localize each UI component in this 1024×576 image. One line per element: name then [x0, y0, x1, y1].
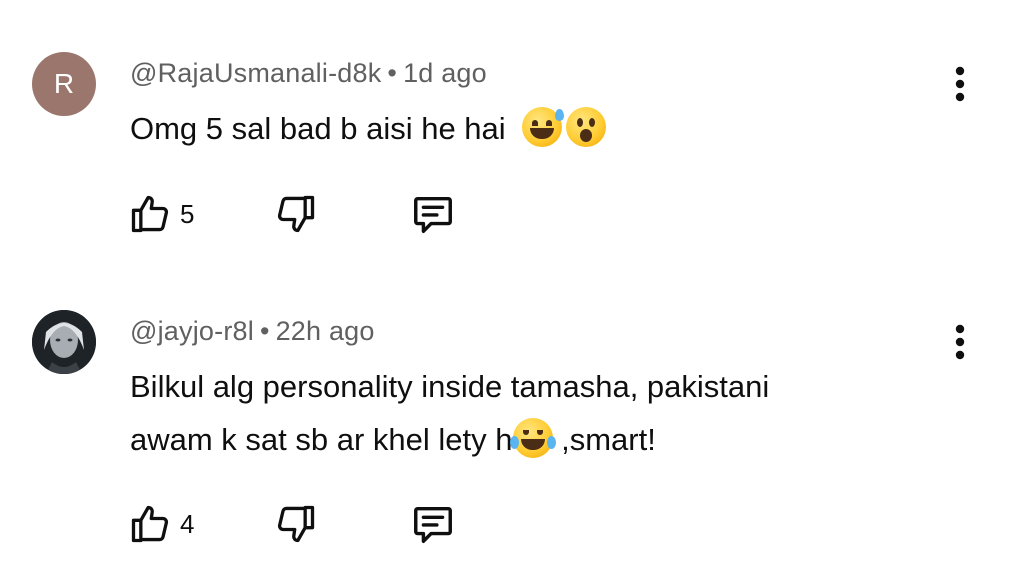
comment-body-line-2-start: awam k sat sb ar khel lety h	[130, 422, 513, 457]
astonished-emoji	[566, 107, 607, 147]
comment-body-line-2: awam k sat sb ar khel lety h ,smart!	[130, 413, 950, 466]
comment-timestamp[interactable]: 1d ago	[403, 58, 487, 88]
comment-timestamp[interactable]: 22h ago	[276, 316, 375, 346]
comment-text: Bilkul alg personality inside tamasha, p…	[130, 360, 950, 466]
tears-of-joy-emoji	[509, 418, 556, 458]
reply-button[interactable]	[410, 190, 456, 238]
meta-separator: •	[259, 316, 270, 346]
like-count: 5	[180, 198, 195, 229]
thumbs-up-icon	[131, 195, 169, 233]
comment-2: @jayjo-r8l • 22h ago Bilkul alg personalit…	[0, 270, 1024, 576]
avatar-photo	[32, 310, 96, 374]
dislike-button[interactable]	[274, 500, 318, 548]
grinning-sweat-emoji	[522, 107, 565, 147]
comment-body-line-2-end: ,smart!	[552, 422, 656, 457]
avatar[interactable]: R	[32, 52, 96, 116]
reply-button[interactable]	[410, 500, 456, 548]
comment-meta: @RajaUsmanali-d8k • 1d ago	[130, 58, 487, 89]
like-count: 4	[180, 508, 195, 539]
comment-1: R @RajaUsmanali-d8k • 1d ago Omg 5 sal bad…	[0, 0, 1024, 270]
comment-meta: @jayjo-r8l • 22h ago	[130, 316, 375, 347]
author-handle[interactable]: @jayjo-r8l	[130, 316, 254, 346]
comment-menu-button[interactable]	[944, 62, 976, 106]
reply-comment-icon	[414, 506, 452, 543]
like-button[interactable]: 5	[128, 190, 194, 238]
more-vertical-icon	[955, 324, 965, 360]
avatar-letter: R	[53, 68, 75, 99]
thumbs-down-icon	[277, 505, 315, 543]
like-button[interactable]: 4	[128, 500, 194, 548]
thumbs-up-icon	[131, 505, 169, 543]
reply-comment-icon	[414, 196, 452, 233]
more-vertical-icon	[955, 66, 965, 102]
meta-separator: •	[387, 58, 398, 88]
comment-menu-button[interactable]	[944, 320, 976, 364]
comment-text: Omg 5 sal bad b aisi he hai	[130, 102, 950, 155]
dislike-button[interactable]	[274, 190, 318, 238]
comment-body-line-1: Bilkul alg personality inside tamasha, p…	[130, 369, 770, 404]
avatar[interactable]	[32, 310, 96, 374]
comment-body: Omg 5 sal bad b aisi he hai	[130, 111, 506, 146]
author-handle[interactable]: @RajaUsmanali-d8k	[130, 58, 381, 88]
thumbs-down-icon	[277, 195, 315, 233]
